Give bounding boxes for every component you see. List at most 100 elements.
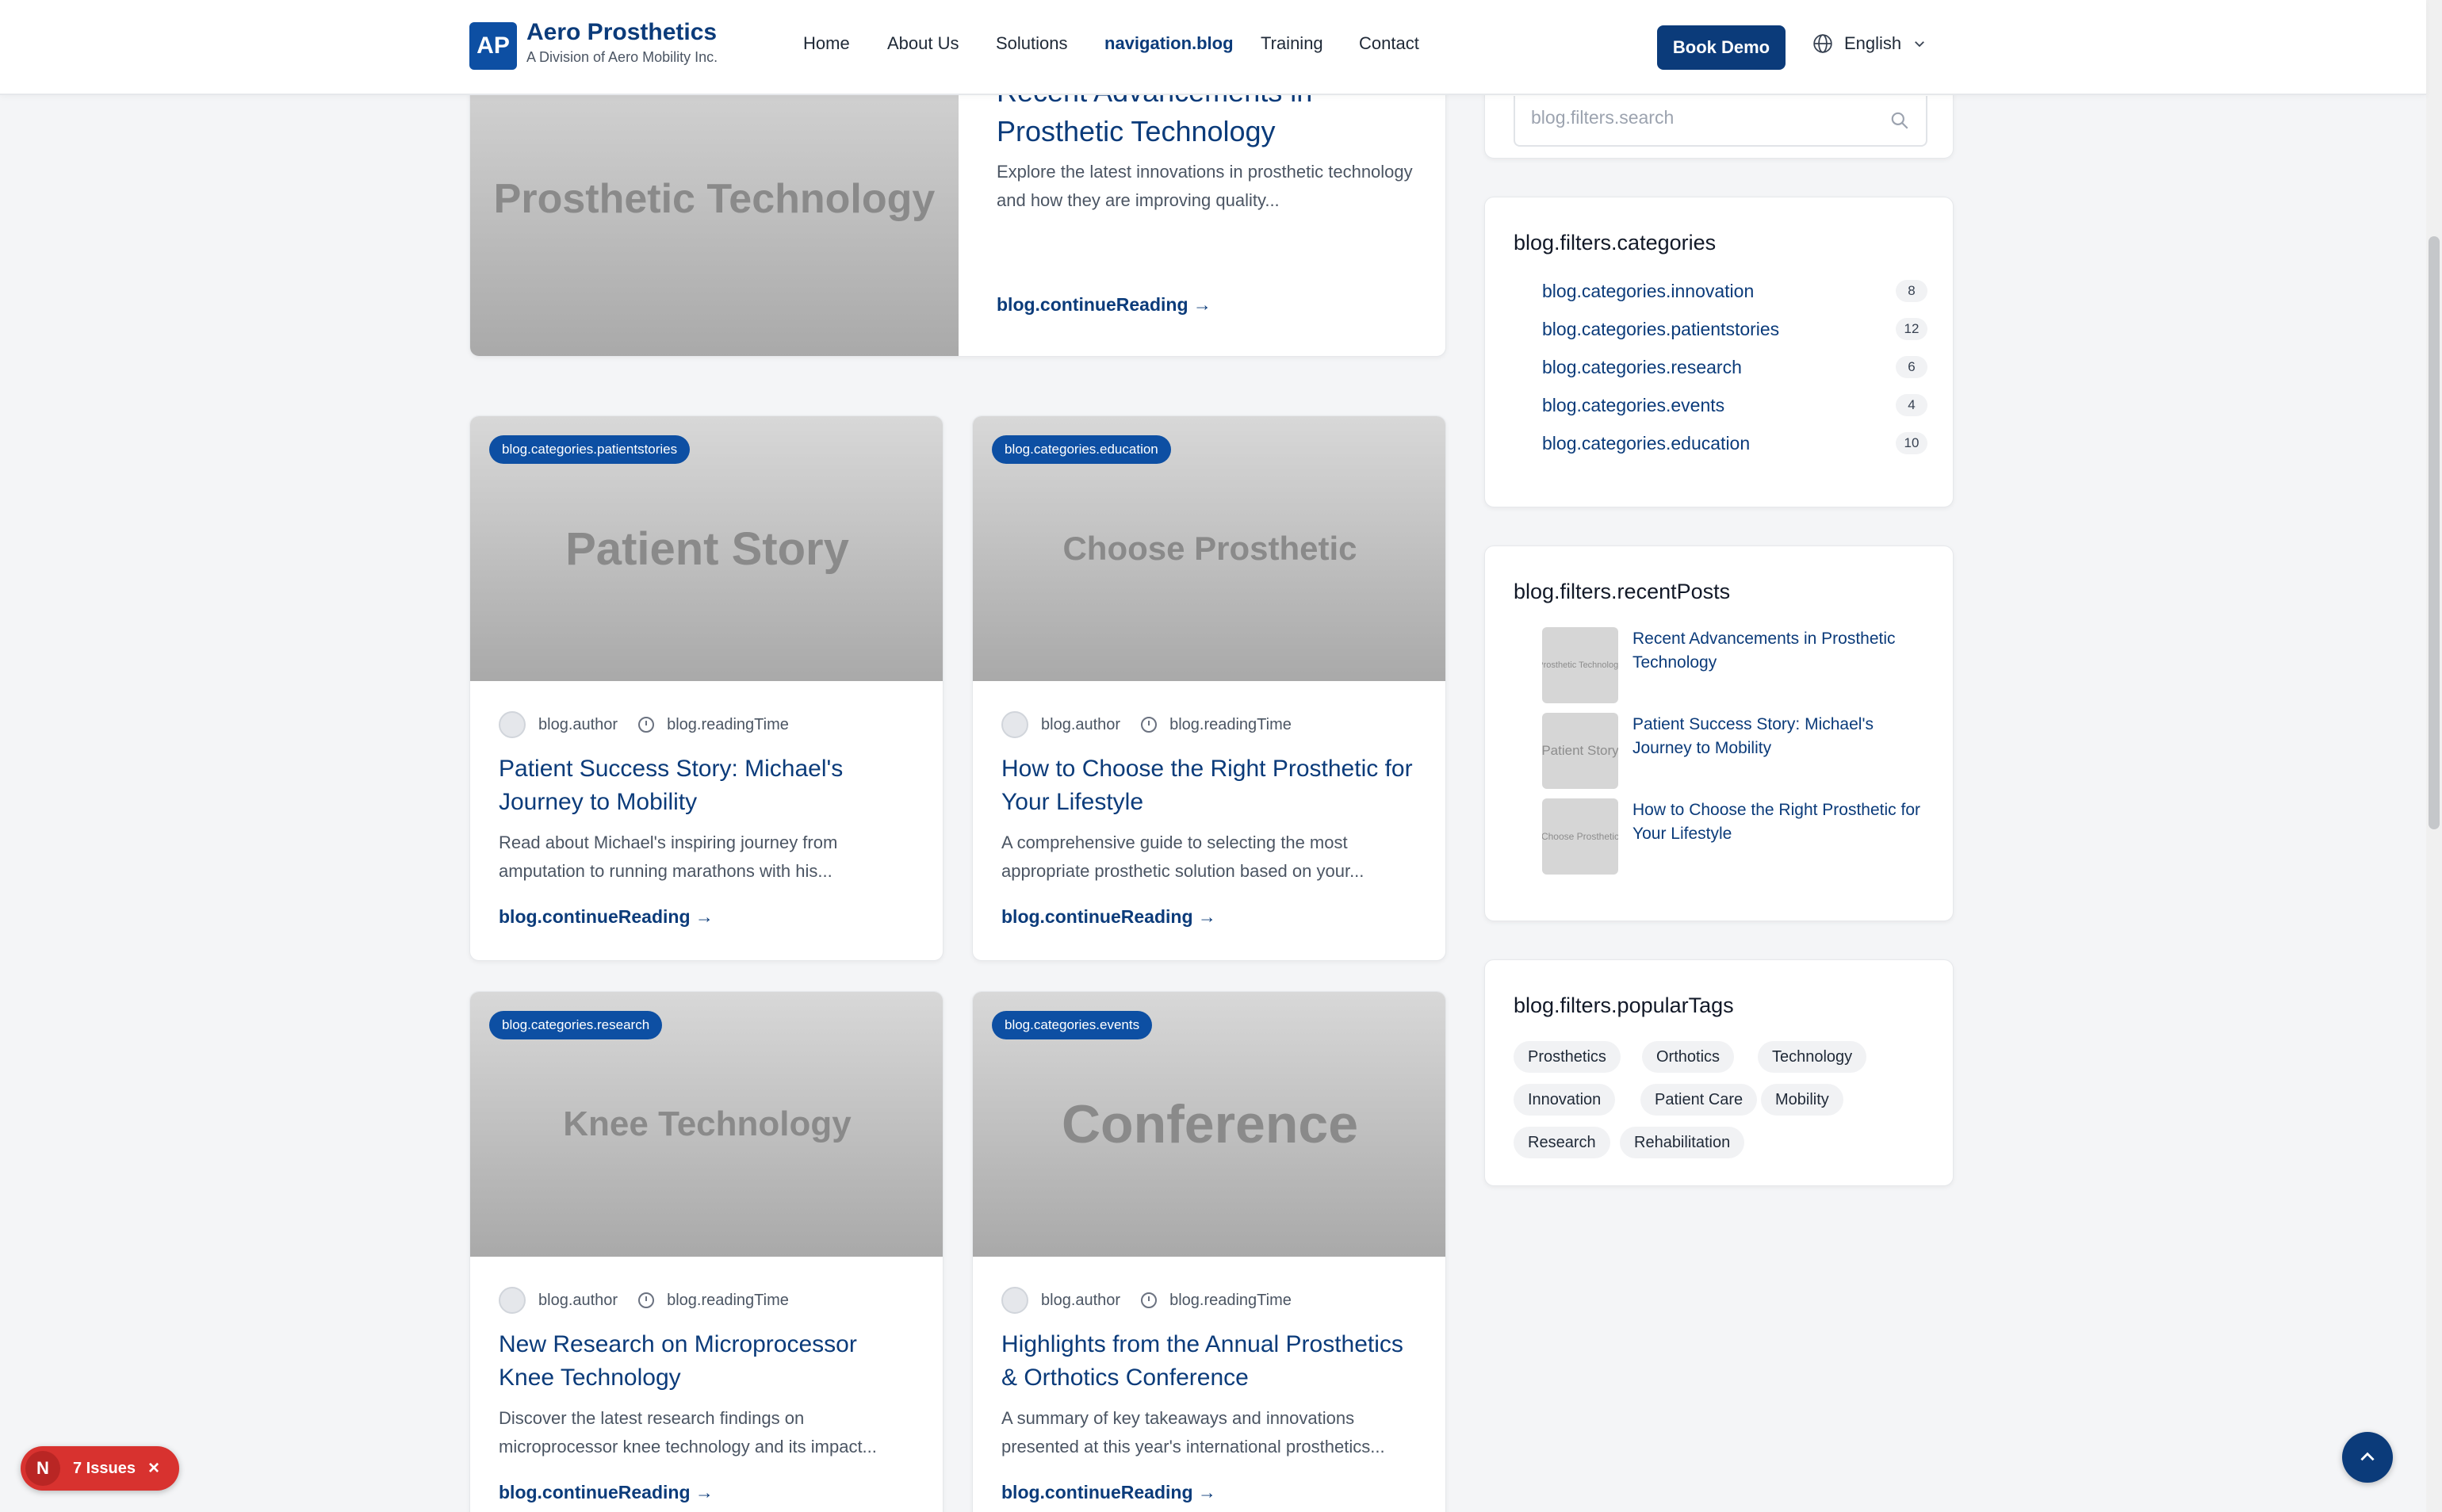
nav-blog[interactable]: navigation.blog <box>1104 33 1234 54</box>
clock-icon <box>1141 717 1158 733</box>
author-name: blog.author <box>538 715 618 733</box>
continue-label: blog.continueReading <box>499 1482 691 1502</box>
post-meta: blog.author blog.readingTime <box>1001 711 1292 738</box>
post-meta: blog.author blog.readingTime <box>499 1287 789 1314</box>
reading-time: blog.readingTime <box>667 1291 789 1309</box>
post-card[interactable]: Choose Prosthetic blog.categories.educat… <box>972 415 1446 961</box>
author-name: blog.author <box>1041 1291 1121 1309</box>
dev-issues-badge[interactable]: N 7 Issues × <box>21 1446 179 1491</box>
recent-post-title[interactable]: How to Choose the Right Prosthetic for Y… <box>1632 798 1927 846</box>
continue-reading-link[interactable]: blog.continueReading → <box>499 1482 714 1503</box>
continue-reading-link[interactable]: blog.continueReading → <box>1001 906 1216 928</box>
popular-tags-title: blog.filters.popularTags <box>1514 993 1734 1017</box>
featured-thumbnail-text: Prosthetic Technology <box>493 176 936 222</box>
clock-icon <box>638 1292 655 1308</box>
author-avatar <box>1001 1287 1028 1314</box>
continue-label: blog.continueReading <box>1001 906 1193 927</box>
post-excerpt: A comprehensive guide to selecting the m… <box>1001 833 1365 881</box>
continue-reading-link[interactable]: blog.continueReading → <box>499 906 714 928</box>
tag-chip[interactable]: Rehabilitation <box>1620 1127 1745 1158</box>
brand-name[interactable]: Aero Prosthetics <box>526 19 717 46</box>
category-count: 6 <box>1896 356 1927 378</box>
tag-chip[interactable]: Research <box>1514 1127 1610 1158</box>
post-thumbnail-text: Conference <box>1061 1094 1359 1154</box>
chevron-up-icon <box>2360 1452 2375 1461</box>
arrow-right-icon: → <box>1192 294 1211 315</box>
category-count: 10 <box>1896 432 1927 454</box>
nav-contact[interactable]: Contact <box>1359 33 1419 54</box>
close-icon[interactable]: × <box>148 1457 159 1479</box>
post-thumbnail-text: Patient Story <box>565 523 849 575</box>
tag-chip[interactable]: Innovation <box>1514 1084 1616 1116</box>
categories-panel: blog.filters.categories blog.categories.… <box>1484 197 1954 507</box>
category-item[interactable]: blog.categories.events 4 <box>1542 394 1927 416</box>
reading-time: blog.readingTime <box>1169 1291 1292 1309</box>
post-meta: blog.author blog.readingTime <box>499 711 789 738</box>
category-link[interactable]: blog.categories.innovation <box>1542 281 1754 302</box>
category-badge[interactable]: blog.categories.patientstories <box>489 435 691 464</box>
category-link[interactable]: blog.categories.research <box>1542 357 1742 378</box>
recent-post-thumbnail[interactable]: Prosthetic Technology <box>1542 627 1618 703</box>
tag-chip[interactable]: Orthotics <box>1642 1041 1735 1073</box>
search-icon[interactable] <box>1889 110 1910 131</box>
continue-label: blog.continueReading <box>499 906 691 927</box>
category-link[interactable]: blog.categories.patientstories <box>1542 319 1779 340</box>
post-card[interactable]: Conference blog.categories.events blog.a… <box>972 991 1446 1512</box>
category-badge[interactable]: blog.categories.events <box>992 1011 1153 1039</box>
chevron-down-icon <box>1915 41 1925 48</box>
category-item[interactable]: blog.categories.innovation 8 <box>1542 280 1927 302</box>
tag-chip[interactable]: Patient Care <box>1640 1084 1758 1116</box>
nav-training[interactable]: Training <box>1261 33 1323 54</box>
category-item[interactable]: blog.categories.education 10 <box>1542 432 1927 454</box>
continue-reading-link[interactable]: blog.continueReading → <box>1001 1482 1216 1503</box>
issues-count: 7 Issues <box>73 1459 136 1477</box>
tag-chip[interactable]: Prosthetics <box>1514 1041 1621 1073</box>
post-card[interactable]: Patient Story blog.categories.patientsto… <box>469 415 944 961</box>
recent-post-item[interactable]: Patient Story Patient Success Story: Mic… <box>1542 713 1927 789</box>
category-item[interactable]: blog.categories.research 6 <box>1542 356 1927 378</box>
arrow-right-icon: → <box>695 1482 714 1502</box>
continue-label: blog.continueReading <box>997 294 1188 315</box>
nextjs-icon: N <box>25 1451 60 1486</box>
logo-icon[interactable]: AP <box>469 22 517 70</box>
author-avatar <box>1001 711 1028 738</box>
recent-post-item[interactable]: Choose Prosthetic How to Choose the Righ… <box>1542 798 1927 875</box>
tag-chip[interactable]: Technology <box>1758 1041 1867 1073</box>
tag-chip[interactable]: Mobility <box>1761 1084 1843 1116</box>
post-title[interactable]: New Research on Microprocessor Knee Tech… <box>499 1328 919 1395</box>
nav-solutions[interactable]: Solutions <box>996 33 1068 54</box>
recent-post-thumbnail[interactable]: Choose Prosthetic <box>1542 798 1618 875</box>
post-card[interactable]: Knee Technology blog.categories.research… <box>469 991 944 1512</box>
language-selector[interactable]: English <box>1812 33 1927 54</box>
recent-post-title[interactable]: Patient Success Story: Michael's Journey… <box>1632 713 1927 760</box>
scrollbar-thumb[interactable] <box>2429 236 2440 829</box>
recent-post-title[interactable]: Recent Advancements in Prosthetic Techno… <box>1632 627 1927 675</box>
reading-time: blog.readingTime <box>1169 715 1292 733</box>
recent-posts-title: blog.filters.recentPosts <box>1514 580 1731 603</box>
category-badge[interactable]: blog.categories.education <box>992 435 1171 464</box>
category-link[interactable]: blog.categories.education <box>1542 433 1750 454</box>
post-title[interactable]: Patient Success Story: Michael's Journey… <box>499 752 919 819</box>
brand-subtitle: A Division of Aero Mobility Inc. <box>526 49 718 65</box>
nav-about-us[interactable]: About Us <box>887 33 959 54</box>
search-input[interactable]: blog.filters.search <box>1514 96 1927 147</box>
continue-label: blog.continueReading <box>1001 1482 1193 1502</box>
arrow-right-icon: → <box>695 906 714 927</box>
site-header: AP Aero Prosthetics A Division of Aero M… <box>0 0 2426 95</box>
author-name: blog.author <box>538 1291 618 1309</box>
category-item[interactable]: blog.categories.patientstories 12 <box>1542 318 1927 340</box>
post-title[interactable]: How to Choose the Right Prosthetic for Y… <box>1001 752 1422 819</box>
clock-icon <box>1141 1292 1158 1308</box>
scroll-to-top-button[interactable] <box>2342 1432 2393 1483</box>
categories-title: blog.filters.categories <box>1514 231 1717 255</box>
recent-post-thumbnail[interactable]: Patient Story <box>1542 713 1618 789</box>
category-badge[interactable]: blog.categories.research <box>489 1011 663 1039</box>
post-thumbnail-text: Knee Technology <box>563 1104 852 1143</box>
clock-icon <box>638 717 655 733</box>
nav-home[interactable]: Home <box>803 33 850 54</box>
featured-continue-link[interactable]: blog.continueReading → <box>997 294 1211 316</box>
post-title[interactable]: Highlights from the Annual Prosthetics &… <box>1001 1328 1422 1395</box>
recent-post-item[interactable]: Prosthetic Technology Recent Advancement… <box>1542 627 1927 703</box>
category-link[interactable]: blog.categories.events <box>1542 395 1724 416</box>
book-demo-button[interactable]: Book Demo <box>1657 25 1786 70</box>
